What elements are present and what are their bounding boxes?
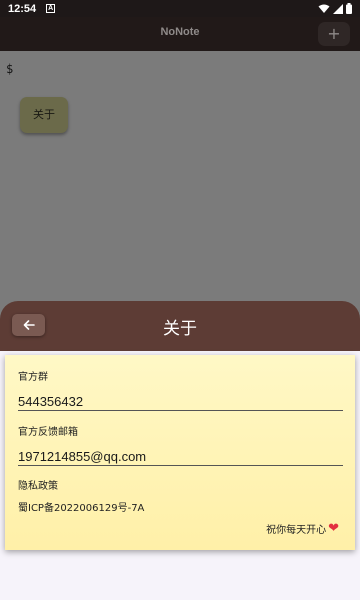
- battery-icon: [346, 3, 352, 14]
- wish-text: 祝你每天开心: [266, 525, 327, 536]
- status-icons: [318, 3, 352, 14]
- heart-icon: ❤: [328, 520, 339, 536]
- sheet-title: 关于: [163, 319, 197, 339]
- about-card: 官方群 544356432 官方反馈邮箱 1971214855@qq.com 隐…: [5, 355, 355, 550]
- group-label: 官方群: [18, 372, 48, 383]
- signal-icon: [333, 3, 343, 14]
- note-content-area[interactable]: $ 关于: [0, 51, 360, 311]
- notification-icon: A: [46, 4, 56, 13]
- add-note-button[interactable]: +: [318, 22, 350, 46]
- app-title: NoNote: [160, 26, 200, 38]
- app-bar: NoNote +: [0, 17, 360, 51]
- status-bar: 12:54 A: [0, 0, 360, 17]
- about-sheet-header: 关于: [0, 301, 360, 351]
- status-time: 12:54: [8, 2, 37, 15]
- wifi-icon: [318, 4, 330, 13]
- about-menu-item[interactable]: 关于: [20, 97, 68, 133]
- wish-text-row: 祝你每天开心 ❤: [266, 520, 339, 537]
- group-number-field[interactable]: 544356432: [18, 394, 343, 411]
- icp-record-text: 蜀ICP备2022006129号-7A: [18, 503, 145, 514]
- prompt-symbol: $: [6, 62, 14, 76]
- email-label: 官方反馈邮箱: [18, 427, 78, 438]
- email-field[interactable]: 1971214855@qq.com: [18, 449, 343, 466]
- privacy-policy-link[interactable]: 隐私政策: [18, 477, 58, 492]
